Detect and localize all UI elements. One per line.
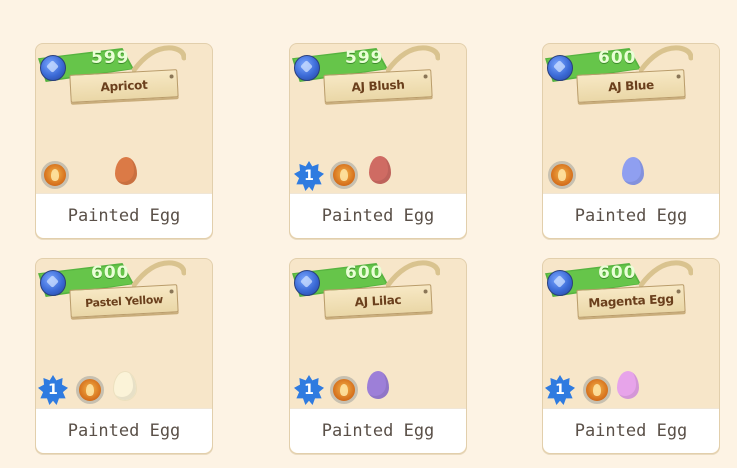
price-label: 600 (598, 263, 637, 283)
clan-emblem-icon (330, 161, 358, 189)
shop-item-apricot[interactable]: 599 Apricot Painted Egg (35, 43, 213, 239)
item-caption: Painted Egg (290, 408, 466, 453)
item-name-plate: Pastel Yellow (69, 284, 179, 318)
egg-icon (367, 371, 389, 399)
shop-item-pastel-yellow[interactable]: 600 Pastel Yellow 1 Painted Egg (35, 258, 213, 454)
owned-count: 1 (48, 382, 58, 398)
egg-icon (113, 371, 137, 401)
nail-icon (423, 74, 428, 79)
gem-icon (40, 55, 66, 81)
item-caption: Painted Egg (36, 193, 212, 238)
owned-count: 1 (304, 168, 314, 184)
clan-emblem-icon (583, 376, 611, 404)
nail-icon (676, 289, 681, 294)
shop-item-magenta-egg[interactable]: 600 Magenta Egg 1 Painted Egg (542, 258, 720, 454)
item-name: Pastel Yellow (84, 292, 164, 310)
clan-emblem-icon (76, 376, 104, 404)
gem-icon (294, 55, 320, 81)
owned-count: 1 (304, 382, 314, 398)
shop-item-aj-blush[interactable]: 599 AJ Blush 1 Painted Egg (289, 43, 467, 239)
owned-count: 1 (555, 382, 565, 398)
clan-emblem-icon (41, 161, 69, 189)
price-label: 599 (345, 48, 384, 68)
item-name: Magenta Egg (587, 291, 675, 311)
clan-emblem-icon (548, 161, 576, 189)
item-caption: Painted Egg (36, 408, 212, 453)
nail-icon (676, 74, 681, 79)
egg-icon (622, 157, 644, 185)
nail-icon (423, 289, 428, 294)
price-label: 600 (598, 48, 637, 68)
egg-icon (115, 157, 137, 185)
owned-count-badge: 1 (545, 375, 575, 405)
item-name: AJ Blue (607, 77, 655, 95)
owned-count-badge: 1 (38, 375, 68, 405)
shop-item-aj-lilac[interactable]: 600 AJ Lilac 1 Painted Egg (289, 258, 467, 454)
item-caption: Painted Egg (290, 193, 466, 238)
price-label: 599 (91, 48, 130, 68)
item-name-plate: Apricot (69, 69, 179, 103)
item-caption: Painted Egg (543, 408, 719, 453)
gem-icon (294, 270, 320, 296)
shop-item-aj-blue[interactable]: 600 AJ Blue Painted Egg (542, 43, 720, 239)
item-name: AJ Lilac (354, 292, 402, 310)
item-name-plate: AJ Blue (576, 69, 686, 103)
item-name: AJ Blush (351, 77, 405, 95)
nail-icon (169, 289, 174, 294)
owned-count-badge: 1 (294, 161, 324, 191)
item-name-plate: AJ Blush (323, 69, 433, 103)
price-label: 600 (91, 263, 130, 283)
gem-icon (547, 55, 573, 81)
owned-count-badge: 1 (294, 375, 324, 405)
gem-icon (40, 270, 66, 296)
item-name-plate: AJ Lilac (323, 284, 433, 318)
price-label: 600 (345, 263, 384, 283)
egg-icon (369, 156, 391, 184)
egg-icon (617, 371, 639, 399)
gem-icon (547, 270, 573, 296)
nail-icon (169, 74, 174, 79)
item-name: Apricot (100, 77, 148, 95)
clan-emblem-icon (330, 376, 358, 404)
item-name-plate: Magenta Egg (576, 284, 686, 318)
item-caption: Painted Egg (543, 193, 719, 238)
